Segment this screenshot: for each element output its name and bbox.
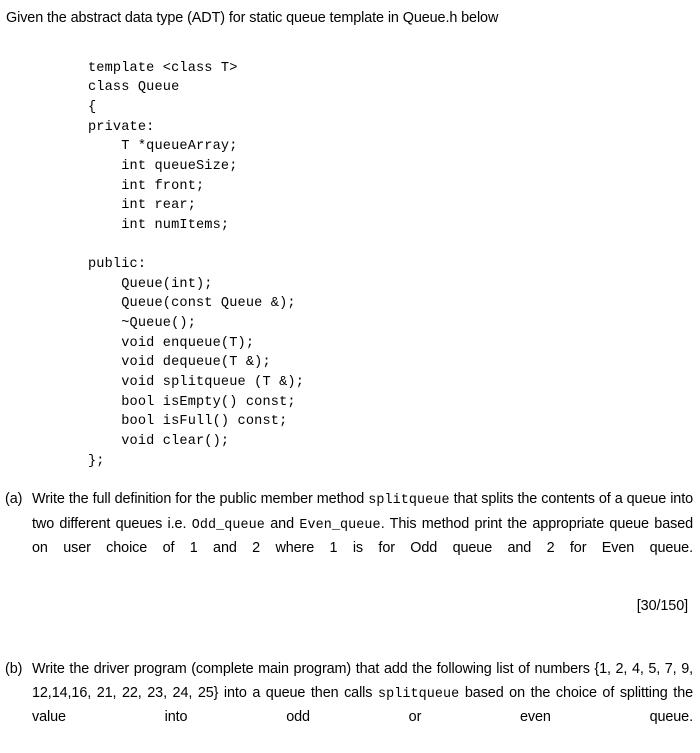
code-line: int rear; [88,198,196,214]
code-line: { [88,99,97,115]
code-line: void enqueue(T); [88,335,255,351]
code-line: T *queueArray; [88,139,238,155]
code-line: void dequeue(T &); [88,355,271,371]
code-line: private: [88,119,155,135]
code-line: int queueSize; [88,158,238,174]
inline-code: splitqueue [377,686,460,702]
question-b-label: (b) [5,661,23,677]
code-line: int numItems; [88,217,230,233]
code-line: bool isFull() const; [88,414,288,430]
question-a: (a) Write the full definition for the pu… [5,488,693,584]
code-line: class Queue [88,80,180,96]
question-b-text: Write the driver program (complete main … [32,658,693,753]
inline-code: splitqueue [368,493,450,508]
code-line: Queue(int); [88,276,213,292]
code-line: ~Queue(); [88,316,196,332]
queue-header-code-listing: template <class T> class Queue { private: T… [88,59,304,472]
question-a-label: (a) [5,491,23,507]
code-line: public: [88,257,147,273]
code-line: }; [88,453,105,469]
intro-paragraph: Given the abstract data type (ADT) for s… [6,10,499,26]
code-line: Queue(const Queue &); [88,296,296,312]
code-line: void splitqueue (T &); [88,375,304,391]
code-line: int front; [88,178,205,194]
code-line: template <class T> [88,60,238,76]
code-line: bool isEmpty() const; [88,394,296,410]
inline-text: and [264,515,300,532]
question-a-text: Write the full definition for the public… [32,488,693,584]
code-line: void clear(); [88,434,230,450]
inline-code: Odd_queue [191,517,265,533]
document-page: Given the abstract data type (ADT) for s… [0,0,700,748]
inline-code: Even_queue [299,517,381,533]
question-b: (b) Write the driver program (complete m… [5,658,693,753]
question-a-marks: [30/150] [636,598,688,614]
inline-text: Write the full definition for the public… [32,491,369,507]
